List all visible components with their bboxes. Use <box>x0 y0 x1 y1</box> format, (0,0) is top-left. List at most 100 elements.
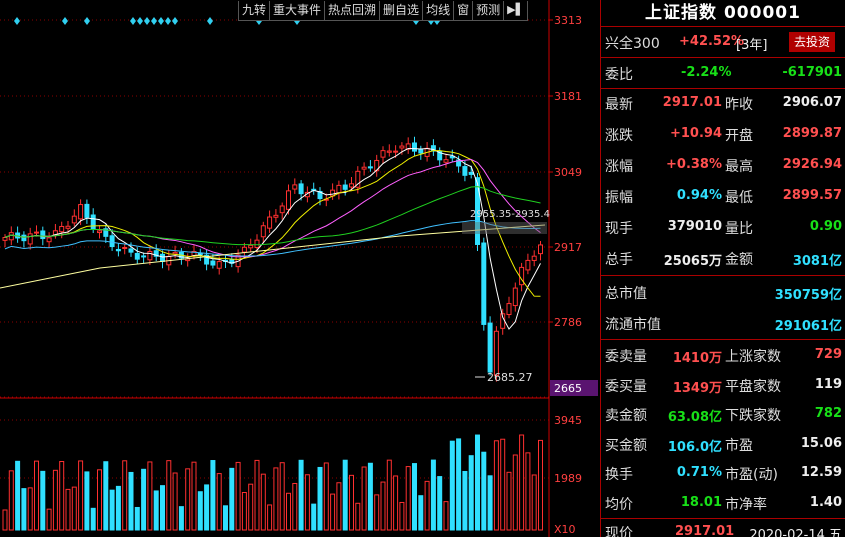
amplitude-value: 0.94% <box>676 188 722 203</box>
quote-date: 2020-02-14 五 <box>749 528 842 537</box>
volume-bar <box>399 501 405 531</box>
volume-bar <box>393 475 399 531</box>
candle-body <box>267 216 273 229</box>
volume-bar <box>449 440 455 531</box>
volume-bar <box>512 454 518 531</box>
latest-label: 最新 <box>605 97 633 113</box>
volume-bar <box>531 474 537 531</box>
candle-body <box>386 150 392 153</box>
toolbar-jiuzhuan-button[interactable]: 九转 <box>238 1 271 21</box>
gap-band <box>462 222 547 234</box>
market-cap-label: 总市值 <box>605 286 647 302</box>
volume-bar <box>65 488 71 531</box>
kline-chart[interactable]: 3313 3181 3049 2917 2786 2665 3945 1989 X10 2685.… <box>0 0 600 537</box>
volume-bar <box>279 462 285 531</box>
candle-body <box>254 239 260 248</box>
volume-bar <box>210 460 216 531</box>
candle-body <box>487 322 493 373</box>
candle-body <box>349 183 354 188</box>
volume-bar <box>27 487 33 531</box>
volume-bar <box>34 460 39 531</box>
volume-bar <box>386 459 392 531</box>
event-marker-icon <box>130 17 136 25</box>
toolbar-hotspot-review-button[interactable]: 热点回溯 <box>324 1 381 21</box>
volume-axis-label: 3945 <box>554 414 582 427</box>
candle-body <box>122 246 128 249</box>
kline-chart-pane[interactable]: 3313 3181 3049 2917 2786 2665 3945 1989 X10 2685.… <box>0 0 600 537</box>
volume-bar <box>97 469 102 531</box>
candle-body <box>78 204 84 220</box>
toolbar-forecast-button[interactable]: 预测 <box>472 1 505 21</box>
event-marker-icon <box>165 17 171 25</box>
fund-term-label: [3年] <box>736 38 768 53</box>
high-value: 2926.94 <box>782 157 842 172</box>
change-pct-row: 涨幅 +0.38% 最高 2926.94 <box>601 150 845 181</box>
current-hand-value: 379010 <box>667 219 722 234</box>
turnover-label: 换手 <box>605 467 633 483</box>
candle-body <box>128 248 134 253</box>
candle-body <box>367 166 373 169</box>
pb-label: 市净率 <box>725 497 767 513</box>
advancers-label: 上涨家数 <box>725 349 781 365</box>
volume-bar <box>323 462 329 531</box>
float-cap-label: 流通市值 <box>605 317 661 333</box>
low-value: 2899.57 <box>782 188 842 203</box>
turnover-value: 0.71% <box>676 465 722 480</box>
pe-dynamic-label: 市盈(动) <box>725 467 778 483</box>
sell-amount-value: 63.08亿 <box>667 410 722 425</box>
volume-bar <box>506 471 512 531</box>
volume-bar <box>481 451 487 531</box>
toolbar-moving-average-button[interactable]: 均线 <box>422 1 455 21</box>
candle-body <box>160 253 165 262</box>
candle-body <box>298 183 304 195</box>
volume-bar <box>59 461 65 531</box>
volume-bar <box>487 475 493 531</box>
candle-body <box>525 259 531 271</box>
total-volume-row: 总手 25065万 金额 3081亿 <box>601 243 845 274</box>
collapse-panel-icon[interactable]: ▶▌ <box>503 1 529 21</box>
volume-bar <box>147 461 153 531</box>
toolbar-major-events-button[interactable]: 重大事件 <box>269 1 326 21</box>
volume-bar <box>178 506 184 531</box>
candle-body <box>336 184 342 194</box>
volume-bar <box>229 467 235 531</box>
change-row: 涨跌 +10.94 开盘 2899.87 <box>601 119 845 150</box>
ma120-line <box>4 220 541 257</box>
volume-bar <box>134 506 140 531</box>
amount-value: 3081亿 <box>792 254 842 269</box>
volume-ratio-value: 0.90 <box>809 219 842 234</box>
volume-bar <box>493 440 499 531</box>
candle-body <box>493 330 499 376</box>
turnover-row: 换手 0.71% 市盈(动) 12.59 <box>601 458 845 489</box>
candle-body <box>109 235 115 248</box>
volume-bar <box>304 474 310 531</box>
decliners-label: 下跌家数 <box>725 408 781 424</box>
current-price-tag: 2665 <box>554 382 582 395</box>
volume-bar <box>185 468 191 531</box>
candle-body <box>34 231 39 234</box>
invest-button[interactable]: 去投资 <box>789 32 836 52</box>
volume-bar <box>330 493 336 531</box>
index-title: 上证指数 000001 <box>601 0 845 27</box>
volume-bar <box>216 473 222 531</box>
decliners-value: 782 <box>814 406 842 421</box>
volume-bar <box>103 461 109 531</box>
candle-body <box>65 225 71 229</box>
volume-bar <box>267 504 273 531</box>
volume-bar <box>361 466 367 531</box>
candle-body <box>292 184 298 190</box>
candle-body <box>443 159 449 163</box>
change-pct-value: +0.38% <box>666 157 722 172</box>
quote-panel: 上证指数 000001 兴全300 +42.52% [3年] 去投资 委比 -2… <box>600 0 845 537</box>
candle-body <box>21 234 27 242</box>
change-pct-label: 涨幅 <box>605 159 633 175</box>
toolbar-window-button[interactable]: 窗 <box>453 1 474 21</box>
event-marker-icon <box>144 17 150 25</box>
candle-body <box>2 237 8 241</box>
volume-bar <box>71 486 77 531</box>
buy-amount-value: 106.0亿 <box>667 440 722 455</box>
toolbar-remove-watchlist-button[interactable]: 删自选 <box>379 1 424 21</box>
volume-bar <box>260 473 266 531</box>
sell-amount-label: 卖金额 <box>605 408 647 424</box>
volume-bar <box>46 508 52 531</box>
